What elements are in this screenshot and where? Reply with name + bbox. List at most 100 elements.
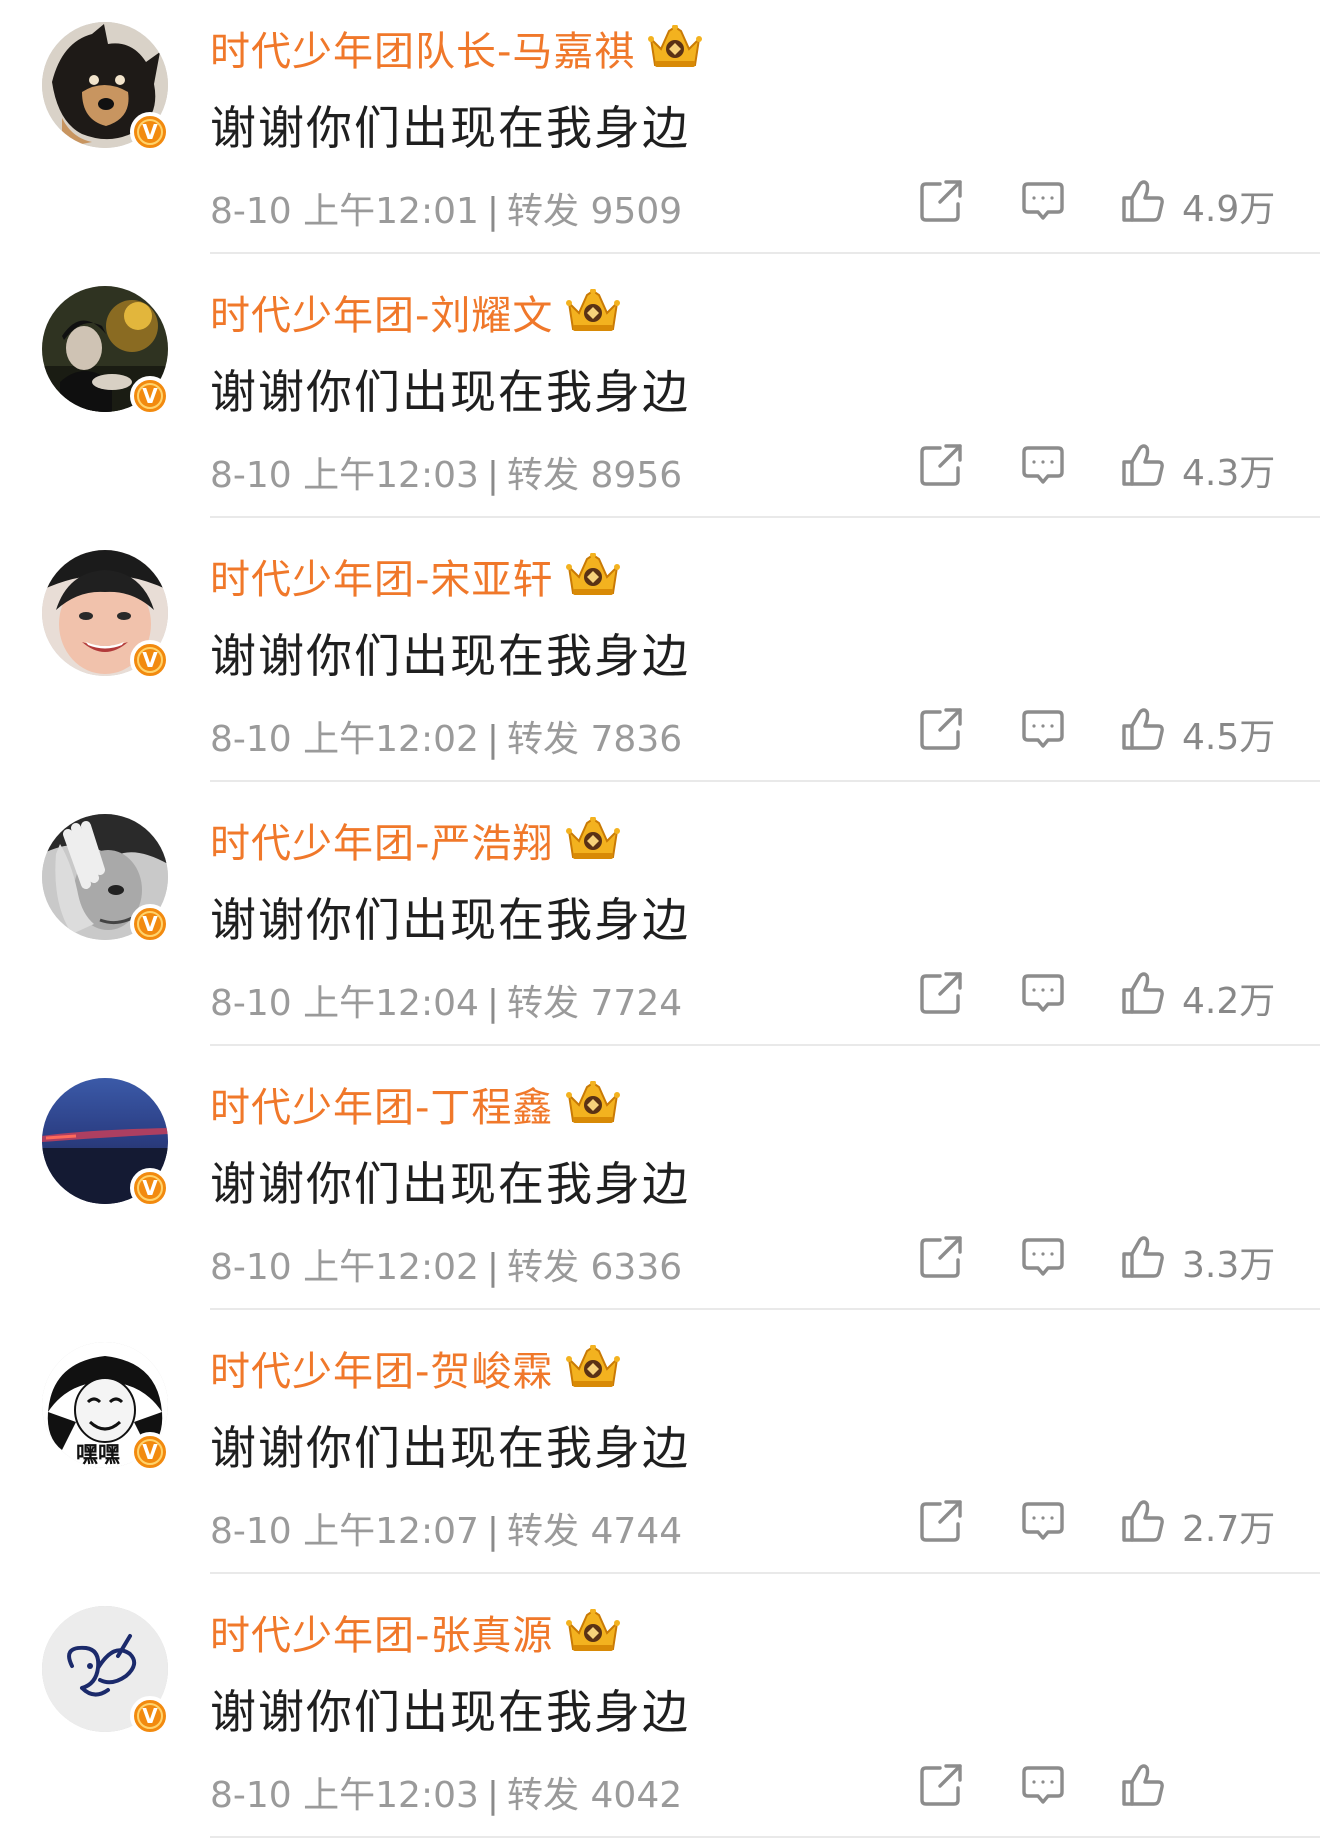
- comment-actions: [910, 1762, 1290, 1814]
- divider: [210, 1308, 1320, 1310]
- repost-label: 转发: [507, 1247, 580, 1288]
- comment-actions: 4.9万: [910, 178, 1290, 230]
- like-count: 2.7万: [1182, 1509, 1276, 1550]
- comment-feed: V 时代少年团队长-马嘉祺 谢谢你们出现在我身边 8-10 上午12:01 | 转发…: [0, 0, 1320, 1848]
- comment-icon[interactable]: [1020, 1498, 1066, 1544]
- repost-label: 转发: [507, 455, 580, 496]
- username-row: 时代少年团-刘耀文: [210, 282, 621, 342]
- comment-item-7: V 时代少年团-张真源 谢谢你们出现在我身边 8-10 上午12:03 | 转发 4…: [0, 1584, 1320, 1848]
- share-icon[interactable]: [918, 1234, 964, 1280]
- comment-text: 谢谢你们出现在我身边: [210, 1421, 690, 1475]
- comment-date: 8-10 上午12:07: [210, 1511, 479, 1552]
- divider: [210, 252, 1320, 254]
- comment-icon[interactable]: [1020, 706, 1066, 752]
- meta-separator: |: [486, 191, 500, 232]
- comment-icon[interactable]: [1020, 178, 1066, 224]
- like-icon[interactable]: [1120, 1762, 1166, 1808]
- like-icon[interactable]: [1120, 1234, 1166, 1280]
- username[interactable]: 时代少年团-贺峻霖: [210, 1339, 553, 1397]
- comment-actions: 4.3万: [910, 442, 1290, 494]
- repost-count: 9509: [590, 191, 683, 232]
- crown-icon: [565, 1081, 621, 1127]
- comment-item-2: V 时代少年团-刘耀文 谢谢你们出现在我身边 8-10 上午12:03 | 转发 8…: [0, 264, 1320, 528]
- crown-icon: [565, 1609, 621, 1655]
- comment-date: 8-10 上午12:03: [210, 455, 479, 496]
- divider: [210, 780, 1320, 782]
- username-row: 时代少年团队长-马嘉祺: [210, 18, 703, 78]
- comment-date: 8-10 上午12:04: [210, 983, 479, 1024]
- crown-icon: [565, 553, 621, 599]
- comment-item-6: 嘿嘿 V 时代少年团-贺峻霖 谢谢你们出现在我身边 8-10 上午12:07 | 转…: [0, 1320, 1320, 1584]
- like-count: 4.3万: [1182, 453, 1276, 494]
- like-icon[interactable]: [1120, 1498, 1166, 1544]
- comment-icon[interactable]: [1020, 1234, 1066, 1280]
- username[interactable]: 时代少年团-宋亚轩: [210, 547, 553, 605]
- username[interactable]: 时代少年团-张真源: [210, 1603, 553, 1661]
- comment-text: 谢谢你们出现在我身边: [210, 629, 690, 683]
- like-count: 4.5万: [1182, 717, 1276, 758]
- comment-item-1: V 时代少年团队长-马嘉祺 谢谢你们出现在我身边 8-10 上午12:01 | 转发…: [0, 0, 1320, 264]
- repost-count: 7724: [590, 983, 683, 1024]
- repost-label: 转发: [507, 191, 580, 232]
- share-icon[interactable]: [918, 706, 964, 752]
- repost-count: 7836: [590, 719, 683, 760]
- crown-icon: [565, 1345, 621, 1391]
- like-count: 4.9万: [1182, 189, 1276, 230]
- comment-icon[interactable]: [1020, 1762, 1066, 1808]
- meta-separator: |: [486, 1775, 500, 1816]
- divider: [210, 1044, 1320, 1046]
- comment-actions: 2.7万: [910, 1498, 1290, 1550]
- like-icon[interactable]: [1120, 442, 1166, 488]
- comment-meta: 8-10 上午12:03 | 转发 8956: [210, 446, 682, 498]
- comment-date: 8-10 上午12:02: [210, 1247, 479, 1288]
- repost-label: 转发: [507, 719, 580, 760]
- username-row: 时代少年团-严浩翔: [210, 810, 621, 870]
- divider: [210, 1836, 1320, 1838]
- meta-separator: |: [486, 719, 500, 760]
- like-icon[interactable]: [1120, 970, 1166, 1016]
- share-icon[interactable]: [918, 442, 964, 488]
- comment-item-5: V 时代少年团-丁程鑫 谢谢你们出现在我身边 8-10 上午12:02 | 转发 6…: [0, 1056, 1320, 1320]
- share-icon[interactable]: [918, 1762, 964, 1808]
- comment-date: 8-10 上午12:01: [210, 191, 479, 232]
- comment-text: 谢谢你们出现在我身边: [210, 893, 690, 947]
- share-icon[interactable]: [918, 970, 964, 1016]
- username[interactable]: 时代少年团-刘耀文: [210, 283, 553, 341]
- username-row: 时代少年团-张真源: [210, 1602, 621, 1662]
- crown-icon: [565, 817, 621, 863]
- verified-badge-icon: V: [130, 1168, 170, 1208]
- repost-count: 8956: [590, 455, 683, 496]
- username[interactable]: 时代少年团-丁程鑫: [210, 1075, 553, 1133]
- comment-date: 8-10 上午12:02: [210, 719, 479, 760]
- comment-text: 谢谢你们出现在我身边: [210, 101, 690, 155]
- repost-count: 4042: [590, 1775, 683, 1816]
- comment-meta: 8-10 上午12:01 | 转发 9509: [210, 182, 682, 234]
- username-row: 时代少年团-贺峻霖: [210, 1338, 621, 1398]
- comment-item-3: V 时代少年团-宋亚轩 谢谢你们出现在我身边 8-10 上午12:02 | 转发 7…: [0, 528, 1320, 792]
- verified-badge-icon: V: [130, 376, 170, 416]
- like-icon[interactable]: [1120, 706, 1166, 752]
- comment-meta: 8-10 上午12:02 | 转发 7836: [210, 710, 682, 762]
- meta-separator: |: [486, 455, 500, 496]
- verified-badge-icon: V: [130, 1432, 170, 1472]
- comment-meta: 8-10 上午12:03 | 转发 4042: [210, 1766, 682, 1818]
- comment-actions: 3.3万: [910, 1234, 1290, 1286]
- comment-icon[interactable]: [1020, 442, 1066, 488]
- like-icon[interactable]: [1120, 178, 1166, 224]
- divider: [210, 516, 1320, 518]
- repost-label: 转发: [507, 983, 580, 1024]
- comment-icon[interactable]: [1020, 970, 1066, 1016]
- share-icon[interactable]: [918, 178, 964, 224]
- username[interactable]: 时代少年团队长-马嘉祺: [210, 19, 635, 77]
- share-icon[interactable]: [918, 1498, 964, 1544]
- repost-count: 6336: [590, 1247, 683, 1288]
- comment-meta: 8-10 上午12:04 | 转发 7724: [210, 974, 682, 1026]
- crown-icon: [647, 25, 703, 71]
- username[interactable]: 时代少年团-严浩翔: [210, 811, 553, 869]
- verified-badge-icon: V: [130, 1696, 170, 1736]
- verified-badge-icon: V: [130, 904, 170, 944]
- meta-separator: |: [486, 1247, 500, 1288]
- divider: [210, 1572, 1320, 1574]
- verified-badge-icon: V: [130, 640, 170, 680]
- comment-date: 8-10 上午12:03: [210, 1775, 479, 1816]
